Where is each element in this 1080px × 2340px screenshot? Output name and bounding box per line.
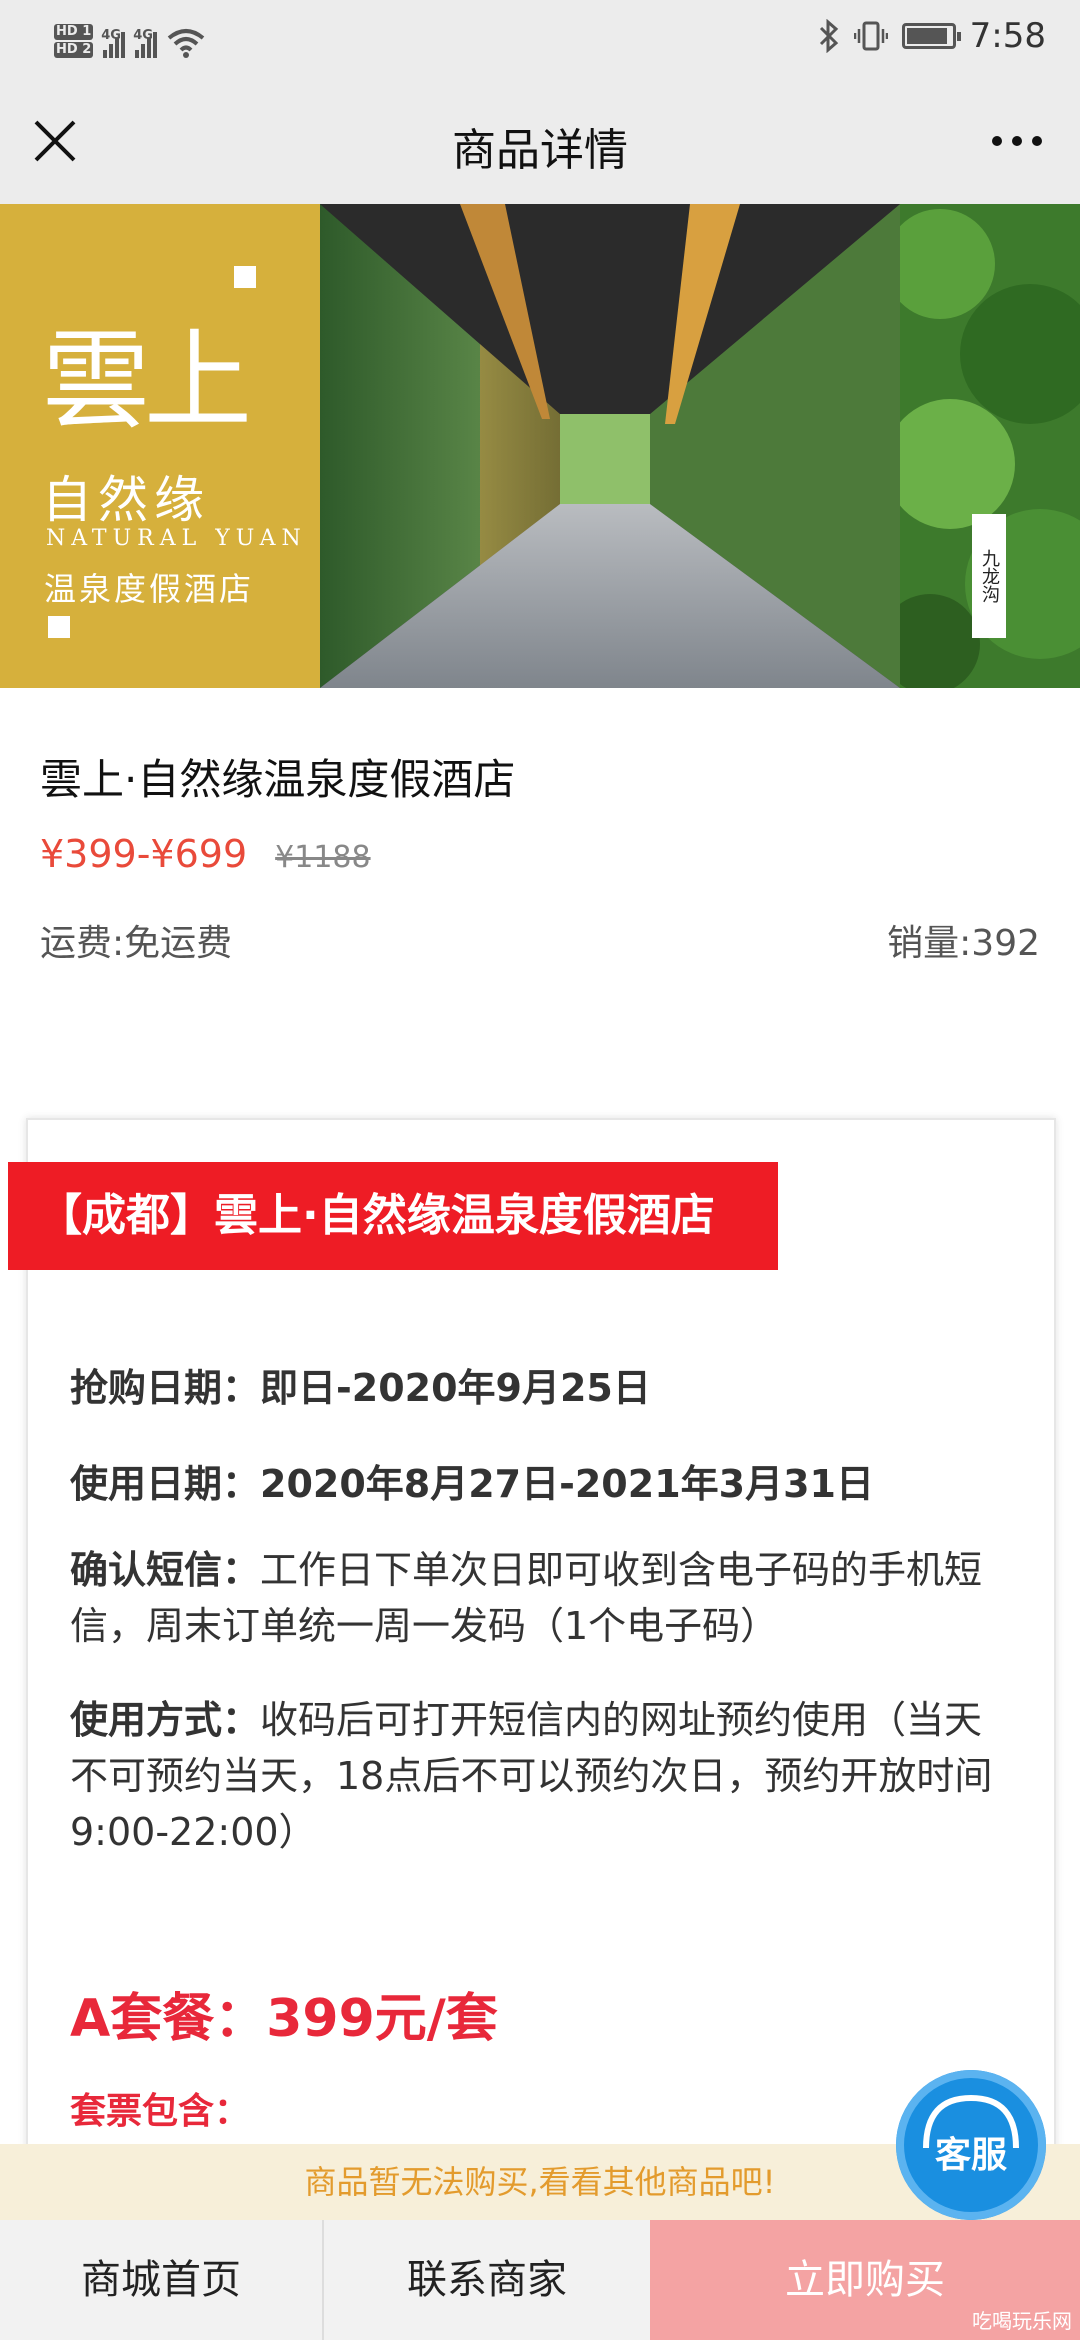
signal-icon-2: 4G bbox=[133, 28, 158, 58]
sim2-label: HD 2 bbox=[54, 42, 94, 58]
package-a-price: A套餐：399元/套 bbox=[70, 1989, 498, 2049]
banner-sub-text: 自然缘 bbox=[42, 471, 210, 529]
status-right: 7:58 bbox=[818, 14, 1046, 58]
more-icon[interactable] bbox=[982, 114, 1052, 168]
bottom-bar: 商城首页 联系商家 立即购买 bbox=[0, 2220, 1080, 2340]
rush-date: 抢购日期：即日-2020年9月25日 bbox=[70, 1360, 1020, 1416]
customer-service-label: 客服 bbox=[934, 2135, 1007, 2176]
banner-big-text: 雲上 bbox=[42, 319, 252, 444]
nav-bar: 商品详情 bbox=[0, 76, 1080, 204]
network-label: 4G bbox=[101, 28, 121, 43]
sim-indicators: HD 1 HD 2 bbox=[54, 24, 94, 58]
use-date-value: 2020年8月27日-2021年3月31日 bbox=[260, 1462, 874, 1506]
watermark: 吃喝玩乐网 bbox=[972, 2309, 1072, 2333]
use-date: 使用日期：2020年8月27日-2021年3月31日 bbox=[70, 1456, 1020, 1512]
banner-english: NATURAL YUAN bbox=[46, 526, 307, 551]
method-label: 使用方式： bbox=[70, 1698, 261, 1742]
wifi-icon bbox=[167, 29, 205, 58]
clock: 7:58 bbox=[969, 16, 1046, 56]
status-left: HD 1 HD 2 4G 4G bbox=[54, 18, 205, 58]
page-title: 商品详情 bbox=[452, 125, 628, 176]
rush-date-value: 即日-2020年9月25日 bbox=[260, 1366, 651, 1410]
contact-merchant-button[interactable]: 联系商家 bbox=[324, 2220, 650, 2340]
banner-logo-panel: 雲上 自然缘 NATURAL YUAN 温泉度假酒店 bbox=[0, 204, 320, 688]
use-date-label: 使用日期： bbox=[70, 1462, 261, 1506]
detail-title-banner: 【成都】雲上·自然缘温泉度假酒店 bbox=[8, 1162, 778, 1270]
customer-service-button[interactable]: 客服 bbox=[896, 2070, 1046, 2220]
status-bar: HD 1 HD 2 4G 4G 7:58 bbox=[0, 0, 1080, 76]
sms-label: 确认短信： bbox=[70, 1548, 261, 1592]
bluetooth-icon bbox=[819, 19, 838, 53]
sales-count: 销量:392 bbox=[887, 923, 1040, 964]
signal-icon: 4G bbox=[101, 28, 126, 58]
banner-cn-text: 温泉度假酒店 bbox=[44, 570, 255, 608]
sms-confirm: 确认短信：工作日下单次日即可收到含电子码的手机短信，周末订单统一周一发码（1个电… bbox=[70, 1542, 1020, 1654]
banner-vertical-label: 九龙沟 bbox=[972, 514, 1006, 638]
product-name: 雲上·自然缘温泉度假酒店 bbox=[40, 755, 516, 804]
product-banner: 雲上 自然缘 NATURAL YUAN 温泉度假酒店 九龙沟 bbox=[0, 204, 1080, 688]
original-price: ¥1188 bbox=[275, 840, 371, 875]
package-includes-label: 套票包含： bbox=[70, 2091, 251, 2132]
usage-method: 使用方式：收码后可打开短信内的网址预约使用（当天不可预约当天，18点后不可以预约… bbox=[70, 1692, 1020, 1860]
vibrate-icon bbox=[853, 21, 888, 51]
price-row: ¥399-¥699 ¥1188 bbox=[40, 832, 371, 876]
corridor-image bbox=[320, 204, 900, 688]
network-label-2: 4G bbox=[133, 28, 153, 43]
mall-home-button[interactable]: 商城首页 bbox=[0, 2220, 324, 2340]
price: ¥399-¥699 bbox=[40, 832, 248, 876]
shipping-info: 运费:免运费 bbox=[40, 923, 233, 964]
sim1-label: HD 1 bbox=[54, 24, 94, 40]
battery-icon bbox=[901, 23, 961, 49]
rush-date-label: 抢购日期： bbox=[70, 1366, 261, 1410]
